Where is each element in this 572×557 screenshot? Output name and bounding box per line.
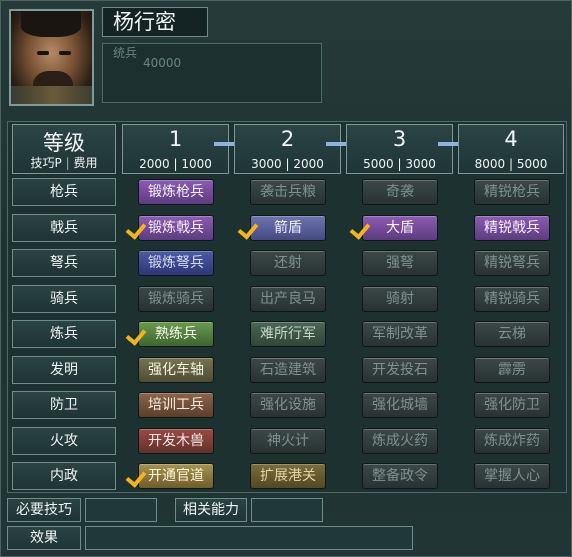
tech-button[interactable]: 培训工兵 — [138, 392, 214, 418]
tech-button[interactable]: 精锐戟兵 — [474, 215, 550, 241]
tech-button[interactable]: 强化城墙 — [362, 392, 438, 418]
level-3-header: 3 5000 | 3000 — [346, 124, 453, 174]
technology-panel: 杨行密 统兵 40000 等级 技巧P | 费用 1 2000 | 1000 2… — [0, 0, 572, 557]
tech-button[interactable]: 出产良马 — [250, 286, 326, 312]
info-faint-value: 40000 — [143, 56, 182, 70]
row-label: 枪兵 — [12, 178, 116, 206]
tech-button[interactable]: 大盾 — [362, 215, 438, 241]
tech-button[interactable]: 开发投石 — [362, 357, 438, 383]
tech-button[interactable]: 锻炼骑兵 — [138, 286, 214, 312]
character-info-box: 统兵 40000 — [102, 43, 322, 103]
row-label: 内政 — [12, 462, 116, 490]
required-skill-label: 必要技巧 — [7, 498, 81, 522]
tech-button[interactable]: 炼成火药 — [362, 428, 438, 454]
tech-button[interactable]: 还射 — [250, 250, 326, 276]
level-4-header: 4 8000 | 5000 — [458, 124, 564, 174]
required-skill-field — [85, 498, 157, 522]
tech-button[interactable]: 强化防卫 — [474, 392, 550, 418]
row-label: 火攻 — [12, 427, 116, 455]
related-ability-field — [251, 498, 323, 522]
row-label: 戟兵 — [12, 214, 116, 242]
tech-button[interactable]: 强化车轴 — [138, 357, 214, 383]
tech-button[interactable]: 箭盾 — [250, 215, 326, 241]
effect-field — [85, 526, 413, 550]
row-label: 防卫 — [12, 391, 116, 419]
info-faint-label: 统兵 — [113, 46, 138, 60]
checkmark-icon — [240, 220, 258, 236]
tech-button[interactable]: 锻炼弩兵 — [138, 250, 214, 276]
checkmark-icon — [352, 220, 370, 236]
tech-button[interactable]: 精锐骑兵 — [474, 286, 550, 312]
tech-button[interactable]: 精锐枪兵 — [474, 179, 550, 205]
level-title: 等级 — [43, 131, 85, 155]
tech-button[interactable]: 难所行军 — [250, 321, 326, 347]
tech-button[interactable]: 奇袭 — [362, 179, 438, 205]
tech-button[interactable]: 神火计 — [250, 428, 326, 454]
row-label: 发明 — [12, 356, 116, 384]
checkmark-icon — [128, 220, 146, 236]
tech-button[interactable]: 云梯 — [474, 321, 550, 347]
tech-button[interactable]: 熟练兵 — [138, 321, 214, 347]
tech-button[interactable]: 霹雳 — [474, 357, 550, 383]
tech-button[interactable]: 骑射 — [362, 286, 438, 312]
level-1-header: 1 2000 | 1000 — [122, 124, 229, 174]
effect-label: 效果 — [7, 526, 81, 550]
row-label: 骑兵 — [12, 285, 116, 313]
tech-button[interactable]: 锻炼枪兵 — [138, 179, 214, 205]
row-label: 弩兵 — [12, 249, 116, 277]
tech-button[interactable]: 袭击兵粮 — [250, 179, 326, 205]
tech-button[interactable]: 掌握人心 — [474, 463, 550, 489]
tech-button[interactable]: 精锐弩兵 — [474, 250, 550, 276]
tech-button[interactable]: 扩展港关 — [250, 463, 326, 489]
tech-button[interactable]: 强弩 — [362, 250, 438, 276]
tech-button[interactable]: 锻炼戟兵 — [138, 215, 214, 241]
tech-button[interactable]: 强化设施 — [250, 392, 326, 418]
tech-button[interactable]: 开通官道 — [138, 463, 214, 489]
character-portrait — [9, 9, 94, 106]
tech-button[interactable]: 石造建筑 — [250, 357, 326, 383]
related-ability-label: 相关能力 — [175, 498, 247, 522]
character-name: 杨行密 — [102, 7, 208, 37]
checkmark-icon — [128, 326, 146, 342]
tech-button[interactable]: 炼成炸药 — [474, 428, 550, 454]
tech-grid: 等级 技巧P | 费用 1 2000 | 1000 2 3000 | 2000 … — [7, 121, 567, 493]
level-header: 等级 技巧P | 费用 — [12, 124, 116, 174]
row-label: 炼兵 — [12, 320, 116, 348]
tech-button[interactable]: 军制改革 — [362, 321, 438, 347]
checkmark-icon — [128, 468, 146, 484]
level-subtitle: 技巧P | 费用 — [30, 156, 98, 170]
tech-button[interactable]: 开发木兽 — [138, 428, 214, 454]
level-2-header: 2 3000 | 2000 — [234, 124, 341, 174]
tech-button[interactable]: 整备政令 — [362, 463, 438, 489]
